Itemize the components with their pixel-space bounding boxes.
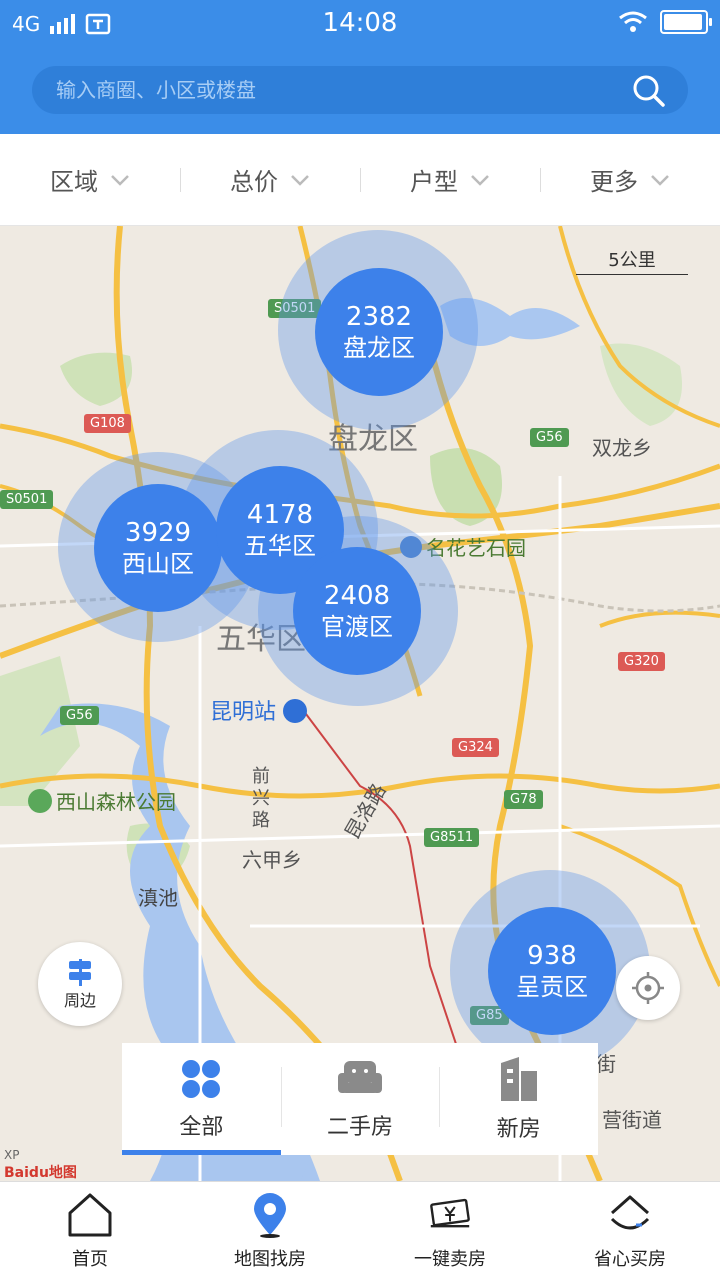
wifi-icon	[619, 11, 647, 32]
filter-district[interactable]: 区域	[0, 134, 180, 225]
filter-bar: 区域 总价 户型 更多	[0, 134, 720, 226]
map-view[interactable]: 5公里 盘龙区 五华区 双龙乡 名花艺石园 昆明站 西山森林公园 滇池 六甲乡 …	[0, 226, 720, 1181]
map-label-xishan-forest: 西山森林公园	[28, 786, 176, 815]
station-name: 昆明站	[210, 700, 277, 725]
cluster-count: 2408	[323, 581, 391, 611]
cluster-panlong[interactable]: 2382 盘龙区	[315, 268, 443, 396]
chevron-down-icon	[651, 174, 669, 186]
filter-label: 总价	[230, 168, 278, 196]
grid-icon	[182, 1060, 221, 1098]
property-type-panel: 全部 二手房 新房	[122, 1043, 598, 1155]
cluster-count: 3929	[124, 518, 192, 548]
map-label-xishan-forest-text: 西山森林公园	[56, 790, 176, 814]
map-label-street-2: 营街道	[602, 1108, 662, 1132]
cluster-name: 西山区	[122, 550, 194, 578]
nav-label: 地图找房	[234, 1249, 306, 1270]
tab-label: 全部	[179, 1115, 224, 1140]
cluster-name: 官渡区	[321, 613, 393, 641]
filter-label: 户型	[410, 168, 458, 196]
map-scale: 5公里	[576, 246, 688, 275]
building-icon	[500, 1057, 537, 1101]
baidu-map-logo: XP Baidu地图	[4, 1148, 77, 1181]
chevron-down-icon	[291, 174, 309, 186]
status-bar: 4G 14:08	[0, 0, 720, 50]
highway-shield: G56	[60, 706, 99, 725]
train-icon	[283, 699, 308, 723]
search-bar[interactable]	[32, 66, 688, 114]
nearby-label: 周边	[63, 991, 96, 1010]
filter-price[interactable]: 总价	[180, 134, 360, 225]
nav-buy[interactable]: 省心买房	[540, 1182, 720, 1280]
nav-map-search[interactable]: 地图找房	[180, 1182, 360, 1280]
tab-label: 新房	[496, 1117, 541, 1142]
cluster-count: 2382	[345, 302, 413, 332]
money-icon	[430, 1198, 470, 1228]
battery-icon	[660, 10, 712, 34]
forest-icon	[28, 789, 52, 813]
map-pin-icon	[254, 1193, 286, 1238]
map-label-qianxing: 前兴路	[252, 766, 270, 831]
cluster-name: 呈贡区	[516, 973, 588, 1001]
chevron-down-icon	[471, 174, 489, 186]
app-header: 4G 14:08	[0, 0, 720, 134]
bottom-nav: 首页 地图找房 一键卖房 省心买房	[0, 1181, 720, 1280]
filter-label: 区域	[50, 168, 98, 196]
filter-label: 更多	[590, 168, 638, 196]
house-care-icon	[610, 1195, 650, 1230]
search-input[interactable]	[56, 66, 616, 114]
nav-sell[interactable]: 一键卖房	[360, 1182, 540, 1280]
cluster-name: 五华区	[244, 532, 316, 560]
tab-all[interactable]: 全部	[122, 1043, 281, 1155]
clock: 14:08	[322, 8, 398, 38]
highway-shield: G324	[452, 738, 499, 757]
nav-home[interactable]: 首页	[0, 1182, 180, 1280]
map-label-station: 昆明站	[210, 694, 308, 726]
nearby-button[interactable]: 周边	[38, 942, 122, 1026]
baidu-logo-text: Baidu地图	[4, 1165, 77, 1181]
highway-shield: S0501	[0, 490, 54, 509]
highway-shield: G108	[84, 414, 131, 433]
cluster-count: 4178	[246, 500, 314, 530]
map-label-liujia: 六甲乡	[242, 848, 302, 872]
sofa-icon	[338, 1061, 382, 1093]
chevron-down-icon	[111, 174, 129, 186]
map-label-dianchi: 滇池	[138, 886, 178, 910]
filter-more[interactable]: 更多	[540, 134, 720, 225]
home-icon	[68, 1193, 112, 1237]
tab-second-hand[interactable]: 二手房	[280, 1043, 440, 1155]
search-icon[interactable]	[632, 74, 666, 108]
cluster-guandu[interactable]: 2408 官渡区	[293, 547, 421, 675]
nav-label: 省心买房	[594, 1249, 666, 1270]
highway-shield: G320	[618, 652, 665, 671]
nav-label: 一键卖房	[414, 1249, 486, 1270]
tab-label: 二手房	[327, 1115, 394, 1140]
cluster-chenggong[interactable]: 938 呈贡区	[488, 907, 616, 1035]
highway-shield: G78	[504, 790, 543, 809]
cluster-name: 盘龙区	[343, 334, 415, 362]
locate-button[interactable]	[616, 956, 680, 1020]
map-label-minghua-text: 名花艺石园	[426, 536, 526, 560]
crosshair-icon	[632, 972, 664, 1004]
map-label-shuanglong: 双龙乡	[592, 436, 652, 460]
xp-label: XP	[4, 1148, 20, 1162]
tab-new-house[interactable]: 新房	[439, 1043, 598, 1155]
signpost-icon	[69, 959, 91, 986]
nav-label: 首页	[72, 1249, 108, 1270]
filter-layout[interactable]: 户型	[360, 134, 540, 225]
cluster-xishan[interactable]: 3929 西山区	[94, 484, 222, 612]
highway-shield: G8511	[424, 828, 480, 847]
cluster-count: 938	[527, 941, 577, 971]
highway-shield: G56	[530, 428, 569, 447]
